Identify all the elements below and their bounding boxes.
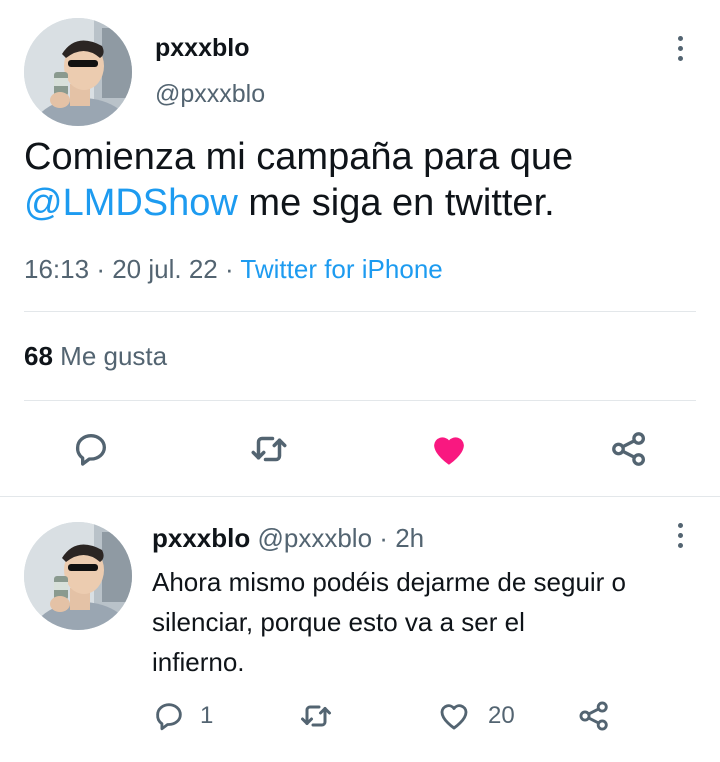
- tweet-source[interactable]: Twitter for iPhone: [240, 254, 442, 284]
- divider: [24, 311, 696, 312]
- tweet-text: Comienza mi campaña para que @LMDShow me…: [24, 134, 704, 226]
- more-icon[interactable]: [676, 523, 684, 548]
- author-handle[interactable]: @pxxxblo: [155, 78, 265, 110]
- reply-text-line3: infierno.: [152, 647, 245, 677]
- avatar[interactable]: [24, 18, 132, 126]
- reply-text: Ahora mismo podéis dejarme de seguir o s…: [152, 562, 707, 682]
- like-count: 20: [488, 702, 515, 729]
- reply-retweet-button[interactable]: [298, 698, 334, 734]
- like-button[interactable]: [426, 426, 472, 472]
- divider: [0, 496, 720, 497]
- share-button[interactable]: [606, 426, 652, 472]
- divider: [24, 400, 696, 401]
- reply-text-line2: silenciar, porque esto va a ser el: [152, 607, 525, 637]
- reply-count: 1: [200, 702, 214, 729]
- retweet-icon: [251, 436, 287, 462]
- reply-button[interactable]: [68, 426, 114, 472]
- reply-share-button[interactable]: [576, 698, 612, 734]
- retweet-button[interactable]: [246, 426, 292, 472]
- reply-text-line1: Ahora mismo podéis dejarme de seguir o: [152, 567, 627, 597]
- reply-icon: [75, 434, 106, 466]
- reply-icon: [156, 703, 182, 731]
- reply-author-handle[interactable]: @pxxxblo: [257, 523, 372, 553]
- reply-author-name[interactable]: pxxxblo: [152, 523, 250, 553]
- meta-separator: ·: [96, 254, 105, 284]
- more-icon[interactable]: [676, 36, 684, 61]
- reply-like-button[interactable]: 20: [436, 698, 515, 734]
- mention-link[interactable]: @LMDShow: [24, 182, 238, 224]
- tweet-text-line2: @LMDShow me siga en twitter.: [24, 180, 704, 226]
- tweet-time[interactable]: 16:13: [24, 254, 89, 284]
- retweet-icon: [301, 705, 331, 727]
- heart-icon: [434, 437, 464, 465]
- tweet-text-line1: Comienza mi campaña para que: [24, 136, 574, 178]
- likes-label: Me gusta: [60, 341, 168, 371]
- author-name[interactable]: pxxxblo: [155, 32, 249, 64]
- likes-stat[interactable]: 68 Me gusta: [24, 340, 167, 372]
- tweet-date[interactable]: 20 jul. 22: [112, 254, 218, 284]
- likes-count: 68: [24, 341, 53, 371]
- share-icon: [612, 432, 646, 466]
- reply-time[interactable]: 2h: [395, 523, 424, 553]
- reply-header: pxxxblo @pxxxblo · 2h: [152, 522, 424, 554]
- tweet-text-rest: me siga en twitter.: [237, 182, 555, 224]
- meta-separator: ·: [224, 254, 234, 284]
- heart-icon: [440, 704, 468, 730]
- meta-separator: ·: [379, 523, 388, 553]
- reply-reply-button[interactable]: 1: [152, 698, 213, 734]
- tweet-meta: 16:13 · 20 jul. 22 · Twitter for iPhone: [24, 253, 443, 285]
- avatar[interactable]: [24, 522, 132, 630]
- share-icon: [579, 701, 608, 731]
